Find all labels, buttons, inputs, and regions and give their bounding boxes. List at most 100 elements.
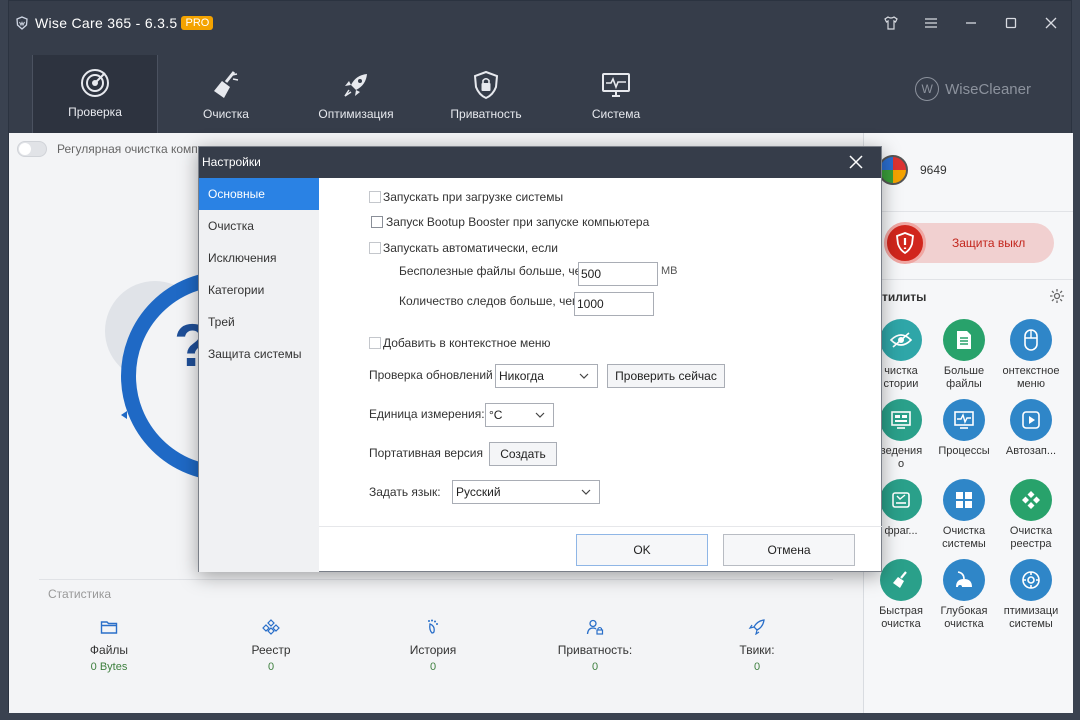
user-score: 9649 xyxy=(878,155,947,185)
dialog-footer: OK Отмена xyxy=(319,526,882,572)
stat-privacy-value: 0 xyxy=(591,661,599,673)
protection-toggle[interactable]: Защита выкл xyxy=(884,222,1054,264)
dialog-title: Настройки xyxy=(202,155,261,169)
windows-icon xyxy=(943,479,985,521)
util-registry-clean[interactable]: Очистка реестра xyxy=(996,479,1066,551)
sidebar-item-exclusions[interactable]: Исключения xyxy=(199,242,319,274)
stats-title: Статистика xyxy=(48,587,118,601)
update-check-label: Проверка обновлений xyxy=(369,368,493,382)
dialog-title-bar: Настройки xyxy=(199,147,881,178)
play-icon xyxy=(1010,399,1052,441)
sidebar-item-general[interactable]: Основные xyxy=(199,178,319,210)
unit-select[interactable]: °C xyxy=(485,403,554,427)
brand-mark-icon: W xyxy=(915,77,940,101)
update-check-select[interactable]: Никогда xyxy=(495,364,598,388)
tab-optimization[interactable]: Оптимизация xyxy=(293,57,419,133)
language-select[interactable]: Русский xyxy=(452,480,600,504)
close-button[interactable] xyxy=(1031,1,1071,45)
util-processes[interactable]: Процессы xyxy=(929,399,999,458)
stat-privacy-label: Приватность: xyxy=(557,643,633,657)
stat-files: Файлы 0 Bytes xyxy=(49,619,169,673)
process-monitor-icon xyxy=(943,399,985,441)
bootup-booster-label: Запуск Bootup Booster при запуске компью… xyxy=(386,215,650,229)
panel-divider xyxy=(864,211,1073,212)
footprint-icon xyxy=(428,619,438,634)
folder-icon xyxy=(100,621,118,634)
util-startup[interactable]: Автозап... xyxy=(996,399,1066,458)
app-logo-icon xyxy=(16,16,28,30)
registry-icon xyxy=(262,619,280,635)
util-system-clean-label: Очистка системы xyxy=(942,525,986,550)
util-system-optimize[interactable]: птимизаци системы xyxy=(996,559,1066,631)
check-now-button[interactable]: Проверить сейчас xyxy=(607,364,725,388)
skin-button[interactable] xyxy=(871,1,911,45)
util-large-files-label: Больше файлы xyxy=(943,365,985,390)
context-menu-row[interactable]: Добавить в контекстное меню xyxy=(369,336,551,350)
stat-registry: Реестр 0 xyxy=(211,619,331,673)
auto-run-checkbox[interactable] xyxy=(369,242,381,254)
protection-status: Защита выкл xyxy=(952,236,1026,250)
tab-system[interactable]: Система xyxy=(553,57,679,133)
sidebar-item-cleanup[interactable]: Очистка xyxy=(199,210,319,242)
util-system-optimize-label: птимизаци системы xyxy=(1003,605,1059,630)
menu-button[interactable] xyxy=(911,1,951,45)
brand-logo: W WiseCleaner xyxy=(915,77,1031,101)
unit-value: °C xyxy=(489,408,503,422)
gear-icon[interactable] xyxy=(1049,288,1065,304)
chevron-down-icon xyxy=(581,489,591,495)
minimize-button[interactable] xyxy=(951,1,991,45)
pro-badge: PRO xyxy=(181,16,214,30)
settings-sidebar: Основные Очистка Исключения Категории Тр… xyxy=(199,178,319,572)
bootup-booster-row[interactable]: Запуск Bootup Booster при запуске компью… xyxy=(371,215,649,229)
sidebar-item-system-protection[interactable]: Защита системы xyxy=(199,338,319,370)
maximize-button[interactable] xyxy=(991,1,1031,45)
traces-label: Количество следов больше, чем xyxy=(399,294,581,308)
gauge-icon xyxy=(1010,559,1052,601)
tab-privacy-label: Приватность xyxy=(450,107,522,121)
monitor-icon xyxy=(602,73,630,97)
ok-button[interactable]: OK xyxy=(576,534,708,566)
bootup-booster-checkbox[interactable] xyxy=(371,216,383,228)
user-lock-icon xyxy=(586,619,604,635)
util-large-files[interactable]: Больше файлы xyxy=(929,319,999,391)
util-registry-clean-label: Очистка реестра xyxy=(1009,525,1053,550)
update-check-value: Никогда xyxy=(499,369,544,383)
util-processes-label: Процессы xyxy=(938,445,990,457)
stat-privacy: Приватность: 0 xyxy=(535,619,655,673)
vacuum-icon xyxy=(943,559,985,601)
cancel-button[interactable]: Отмена xyxy=(723,534,855,566)
mouse-icon xyxy=(1010,319,1052,361)
create-portable-button[interactable]: Создать xyxy=(489,442,557,466)
minimize-icon xyxy=(966,22,976,24)
stat-files-value: 0 Bytes xyxy=(90,661,128,673)
auto-run-label: Запускать автоматически, если xyxy=(383,241,558,255)
app-title: Wise Care 365 - 6.3.5 xyxy=(35,15,178,31)
regular-clean-toggle[interactable] xyxy=(17,141,47,157)
disk-icon xyxy=(880,479,922,521)
shield-alert-icon xyxy=(884,222,926,264)
dialog-close-icon[interactable] xyxy=(849,155,863,169)
context-menu-checkbox[interactable] xyxy=(369,337,381,349)
start-on-boot-row[interactable]: Запускать при загрузке системы xyxy=(369,190,563,204)
chevron-down-icon xyxy=(535,412,545,418)
sidebar-item-categories[interactable]: Категории xyxy=(199,274,319,306)
tab-cleanup[interactable]: Очистка xyxy=(163,57,289,133)
tab-optimization-label: Оптимизация xyxy=(318,107,394,121)
rocket-icon xyxy=(344,74,367,97)
sidebar-item-tray[interactable]: Трей xyxy=(199,306,319,338)
tab-privacy[interactable]: Приватность xyxy=(423,57,549,133)
junk-files-input[interactable] xyxy=(578,262,658,286)
start-on-boot-checkbox[interactable] xyxy=(369,191,381,203)
stat-history-label: История xyxy=(409,643,457,657)
statistics-section: Статистика Файлы 0 Bytes Реестр 0 Истори… xyxy=(9,579,863,713)
avatar[interactable] xyxy=(878,155,908,185)
util-context-menu[interactable]: онтекстное меню xyxy=(996,319,1066,391)
util-system-clean[interactable]: Очистка системы xyxy=(929,479,999,551)
tab-checkup[interactable]: Проверка xyxy=(32,55,158,133)
tab-cleanup-label: Очистка xyxy=(203,107,249,121)
start-on-boot-label: Запускать при загрузке системы xyxy=(383,190,564,204)
traces-input[interactable] xyxy=(574,292,654,316)
stat-tweaks-value: 0 xyxy=(753,661,761,673)
util-deep-clean[interactable]: Глубокая очистка xyxy=(929,559,999,631)
auto-run-row[interactable]: Запускать автоматически, если xyxy=(369,241,558,255)
